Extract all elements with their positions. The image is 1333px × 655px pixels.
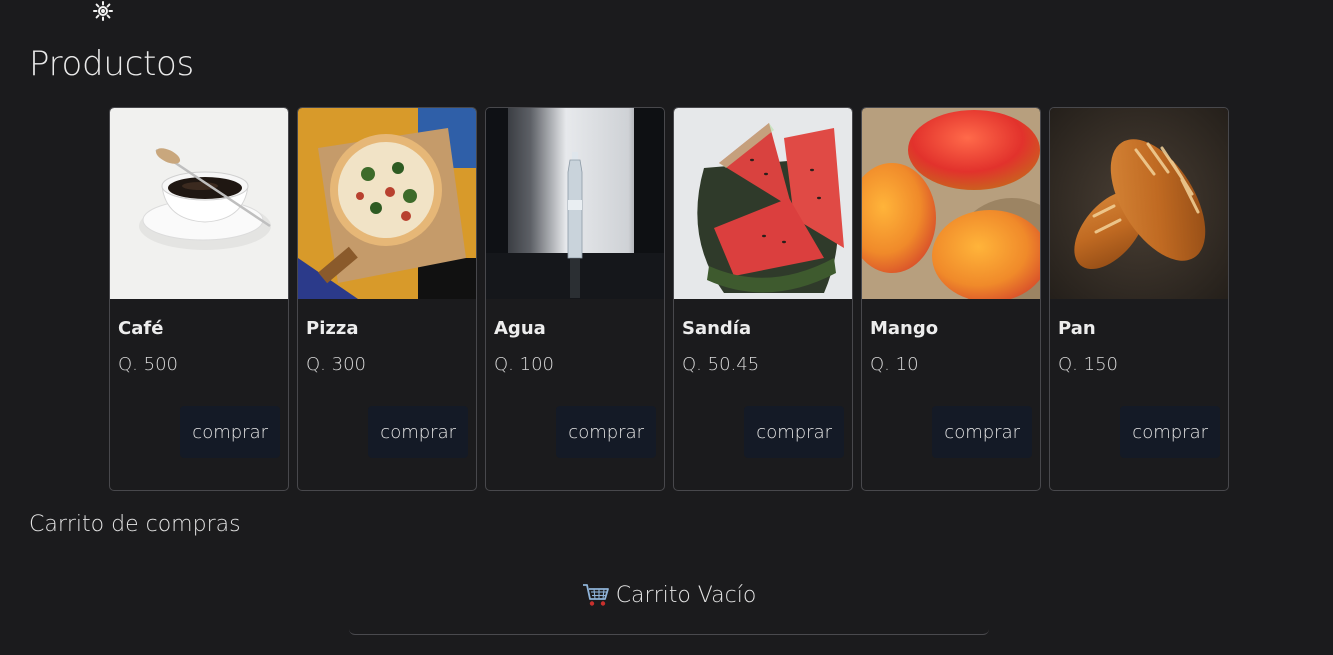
mango-image [862, 108, 1040, 299]
empty-cart-panel: Carrito Vacío [349, 574, 989, 635]
pizza-image [298, 108, 476, 299]
product-card: Sandía Q. 50.45 comprar [673, 107, 853, 491]
page-title: Productos [29, 44, 194, 84]
buy-button-cafe[interactable]: comprar [180, 406, 280, 458]
buy-button-pizza[interactable]: comprar [368, 406, 468, 458]
buy-button-mango[interactable]: comprar [932, 406, 1032, 458]
theme-toggle-button[interactable] [91, 0, 115, 22]
product-name: Agua [494, 318, 546, 339]
empty-cart-label: Carrito Vacío [615, 582, 757, 608]
product-price: Q. 500 [118, 354, 178, 375]
cart-title: Carrito de compras [29, 512, 241, 537]
buy-button-agua[interactable]: comprar [556, 406, 656, 458]
product-card: Agua Q. 100 comprar [485, 107, 665, 491]
product-name: Pizza [306, 318, 359, 339]
buy-button-pan[interactable]: comprar [1120, 406, 1220, 458]
product-name: Mango [870, 318, 939, 339]
shopping-cart-icon [582, 584, 609, 606]
water-bottle-image [486, 108, 664, 299]
product-card: Mango Q. 10 comprar [861, 107, 1041, 491]
product-card: Pizza Q. 300 comprar [297, 107, 477, 491]
product-price: Q. 50.45 [682, 354, 760, 375]
product-card: Café Q. 500 comprar [109, 107, 289, 491]
sun-icon [93, 1, 113, 21]
product-price: Q. 300 [306, 354, 366, 375]
product-price: Q. 10 [870, 354, 919, 375]
product-list: Café Q. 500 comprar Pizza Q. 300 comprar [109, 107, 1229, 491]
product-price: Q. 100 [494, 354, 554, 375]
bread-image [1050, 108, 1228, 299]
empty-cart-message: Carrito Vacío [582, 574, 757, 608]
coffee-cup-image [110, 108, 288, 299]
product-name: Pan [1058, 318, 1096, 339]
product-name: Café [118, 318, 164, 339]
product-card: Pan Q. 150 comprar [1049, 107, 1229, 491]
product-name: Sandía [682, 318, 752, 339]
watermelon-image [674, 108, 852, 299]
product-price: Q. 150 [1058, 354, 1118, 375]
buy-button-sandia[interactable]: comprar [744, 406, 844, 458]
